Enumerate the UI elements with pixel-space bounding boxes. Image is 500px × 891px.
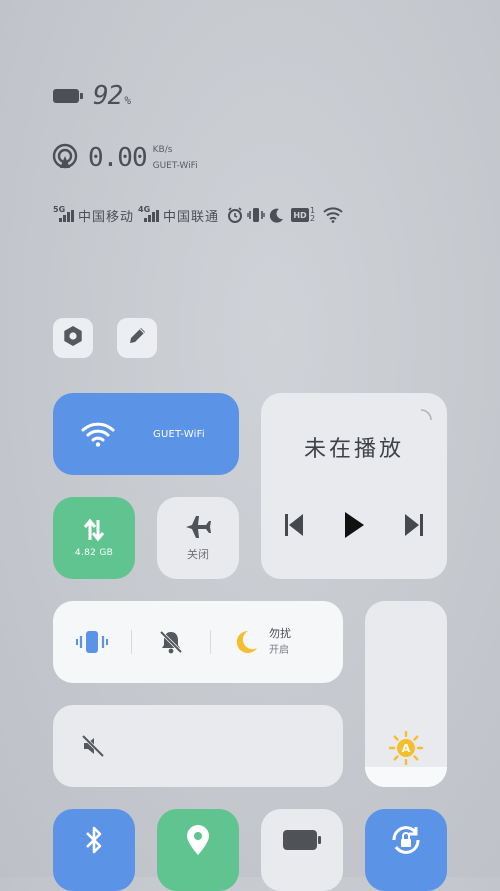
bluetooth-icon: [84, 825, 104, 855]
alarm-icon: [227, 207, 243, 223]
dnd-mode-button[interactable]: 勿扰 开启: [211, 601, 291, 683]
dnd-subtitle: 开启: [269, 645, 289, 656]
carrier-name: 中国移动: [78, 209, 135, 225]
data-transfer-icon: [82, 518, 106, 542]
dnd-title: 勿扰: [269, 627, 291, 640]
data-usage-label: 4.82 GB: [74, 548, 114, 558]
previous-button[interactable]: [283, 512, 305, 538]
previous-icon: [285, 514, 303, 536]
bell-off-icon: [158, 629, 184, 655]
vibrate-icon: [75, 629, 109, 655]
volume-slider[interactable]: [53, 705, 343, 787]
battery-status: 92%: [53, 80, 131, 112]
net-speed-unit: KB/s: [152, 145, 173, 155]
moon-icon: [269, 207, 285, 223]
sound-modes-tile: 勿扰 开启: [53, 601, 343, 683]
carrier-name: 中国联通: [163, 209, 220, 225]
mute-mode-button[interactable]: [132, 601, 210, 683]
battery-saver-tile[interactable]: [261, 809, 343, 891]
net-speed-value: 0.00: [88, 143, 148, 173]
vibrate-mode-button[interactable]: [53, 601, 131, 683]
signal-icon: 5G: [53, 205, 74, 222]
media-corner-icon: [419, 407, 433, 426]
settings-button[interactable]: [53, 318, 93, 358]
brightness-slider[interactable]: A: [365, 601, 447, 787]
hd-sub-2: 2: [310, 214, 316, 223]
next-button[interactable]: [403, 512, 425, 538]
pencil-icon: [126, 325, 148, 351]
volume-mute-icon: [81, 734, 105, 758]
rotation-lock-icon: [389, 823, 423, 857]
edit-button[interactable]: [117, 318, 157, 358]
signal-icon: 4G: [138, 205, 160, 222]
airplane-mode-label: 关闭: [187, 548, 209, 561]
brightness-fill: [365, 766, 447, 787]
hd-voice-icon: HD: [291, 208, 310, 222]
location-icon: [185, 824, 211, 856]
wifi-icon: [81, 421, 115, 447]
wifi-tile[interactable]: GUET-WiFi: [53, 393, 239, 475]
rotation-lock-tile[interactable]: [365, 809, 447, 891]
play-button[interactable]: [343, 511, 365, 539]
wifi-ssid: GUET-WiFi: [152, 161, 198, 171]
battery-icon: [282, 829, 322, 851]
airplane-icon: [184, 514, 212, 540]
media-player-tile[interactable]: 未在播放: [261, 393, 447, 579]
gear-icon: [62, 325, 84, 351]
wifi-tile-label: GUET-WiFi: [153, 428, 205, 440]
mobile-data-tile[interactable]: 4.82 GB: [53, 497, 135, 579]
airplane-mode-tile[interactable]: 关闭: [157, 497, 239, 579]
network-speed: 0.00 KB/s GUET-WiFi: [52, 142, 198, 174]
battery-percent: 92%: [93, 81, 131, 111]
hotspot-icon: [52, 143, 78, 173]
next-icon: [405, 514, 423, 536]
battery-icon: [53, 89, 83, 103]
carrier-row: 5G 中国移动 4G 中国联通 HD 12: [53, 204, 343, 226]
wifi-icon: [323, 207, 343, 223]
media-title: 未在播放: [303, 437, 404, 462]
bluetooth-tile[interactable]: [53, 809, 135, 891]
auto-brightness-icon: A: [389, 731, 423, 765]
location-tile[interactable]: [157, 809, 239, 891]
play-icon: [345, 512, 364, 538]
vibrate-icon: [247, 207, 265, 223]
moon-icon: [233, 629, 259, 655]
auto-brightness-label: A: [401, 741, 411, 755]
